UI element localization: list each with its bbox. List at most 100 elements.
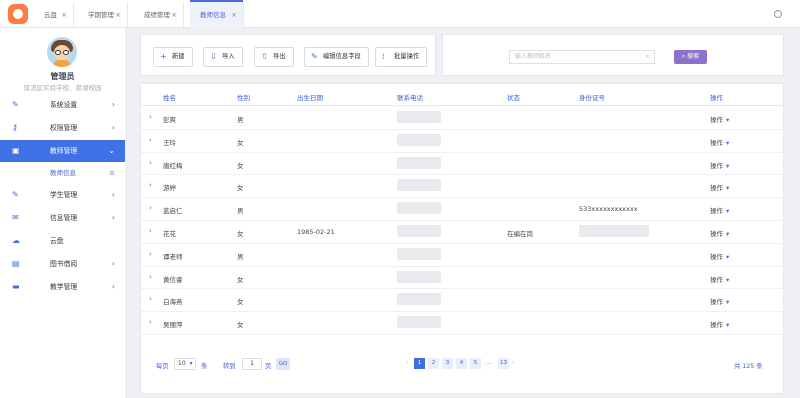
school-name: 双流区实验学校、棠湖校园 — [23, 84, 102, 92]
goto-page-input[interactable]: 1 — [242, 358, 262, 370]
sidebar-item-teacher-management[interactable]: ▣ 教师管理 ⌄ — [0, 140, 125, 162]
export-button[interactable]: ⇧ 导出 — [254, 47, 294, 67]
expand-icon[interactable]: › — [149, 113, 152, 121]
mail-icon: ✉ — [12, 213, 19, 222]
table-row[interactable]: › 吴丽萍 女 操作 ▾ — [141, 312, 785, 335]
sidebar: 管理员 双流区实验学校、棠湖校园 ✎ 系统设置 › ⚷ 权限管理 › ▣ 教师管… — [0, 28, 125, 398]
sidebar-item-system-settings[interactable]: ✎ 系统设置 › — [0, 94, 125, 116]
app-logo[interactable] — [8, 4, 28, 24]
tab-teacher-info[interactable]: 教师信息 × — [190, 0, 244, 28]
tab-cloud[interactable]: 云盘 × — [34, 2, 74, 28]
sidebar-item-teaching[interactable]: ▬ 教学管理 › — [0, 276, 125, 298]
caret-down-icon: ▾ — [189, 360, 193, 367]
table-row[interactable]: › 游婷 女 操作 ▾ — [141, 175, 785, 199]
expand-icon[interactable]: › — [149, 204, 152, 212]
operation-dropdown[interactable]: 操作 ▾ — [710, 251, 729, 261]
table-row[interactable]: › 黄信睿 女 操作 ▾ — [141, 267, 785, 290]
cell-name: 唐红梅 — [163, 161, 183, 170]
operation-label: 操作 — [710, 321, 723, 330]
goto-label: 转到 — [223, 363, 236, 370]
expand-icon[interactable]: › — [149, 318, 152, 326]
page-button[interactable]: 1 — [414, 358, 425, 369]
operation-dropdown[interactable]: 操作 ▾ — [710, 160, 729, 170]
table-row[interactable]: › 唐红梅 女 操作 ▾ — [141, 153, 785, 176]
sidebar-item-cloud[interactable]: ☁ 云盘 — [0, 230, 125, 252]
cell-gender: 男 — [237, 252, 244, 261]
column-header[interactable]: 出生日期 — [297, 92, 323, 102]
operation-label: 操作 — [710, 275, 723, 284]
new-button[interactable]: + 新建 — [153, 47, 193, 67]
cell-gender: 女 — [237, 184, 244, 193]
import-button[interactable]: ⇩ 导入 — [203, 47, 243, 67]
tab-grades[interactable]: 成绩管理 × — [134, 2, 184, 28]
total-count: 共 125 条 — [734, 363, 763, 370]
expand-icon[interactable]: › — [149, 181, 152, 189]
sidebar-item-permissions[interactable]: ⚷ 权限管理 › — [0, 117, 125, 139]
table-row[interactable]: › 王玲 女 操作 ▾ — [141, 130, 785, 153]
button-label: 搜索 — [687, 53, 700, 60]
operation-dropdown[interactable]: 操作 ▾ — [710, 114, 729, 124]
edit-fields-button[interactable]: ✎ 编辑信息字段 — [304, 47, 369, 67]
table-row[interactable]: › 花花 女 1985-02-21 在编在岗 操作 ▾ — [141, 221, 785, 244]
page-button[interactable]: 2 — [428, 358, 439, 369]
cloud-icon: ☁ — [12, 236, 20, 245]
column-header[interactable]: 操作 — [710, 92, 723, 102]
search-placeholder: 输入教师姓名 — [515, 53, 552, 60]
go-button[interactable]: GO — [276, 358, 290, 370]
column-header[interactable]: 联系电话 — [397, 92, 423, 102]
operation-dropdown[interactable]: 操作 ▾ — [710, 296, 729, 306]
avatar[interactable] — [47, 37, 77, 67]
tab-semester[interactable]: 学期管理 × — [78, 2, 128, 28]
operation-label: 操作 — [710, 207, 723, 216]
book-icon: ▤ — [12, 259, 20, 268]
next-page-icon[interactable]: › — [512, 359, 515, 366]
table-row[interactable]: › 蓝启仁 男 533xxxxxxxxxxxx 操作 ▾ — [141, 198, 785, 221]
search-button[interactable]: ⌕ 搜索 — [674, 50, 707, 64]
column-header[interactable]: 姓名 — [163, 92, 176, 102]
settings-icon[interactable] — [774, 10, 782, 18]
per-page-value: 10 — [178, 360, 186, 367]
page-button[interactable]: 13 — [498, 358, 509, 369]
operation-dropdown[interactable]: 操作 ▾ — [710, 319, 729, 329]
cell-gender: 女 — [237, 161, 244, 170]
button-label: 导出 — [273, 53, 286, 60]
phone-redacted — [397, 133, 441, 146]
close-icon[interactable]: × — [115, 2, 121, 28]
sidebar-item-library[interactable]: ▤ 图书借阅 › — [0, 253, 125, 275]
id-redacted — [579, 225, 649, 237]
table-row[interactable]: › 彭爽 男 操作 ▾ — [141, 107, 785, 130]
sidebar-item-info-management[interactable]: ✉ 信息管理 › — [0, 207, 125, 229]
expand-icon[interactable]: › — [149, 250, 152, 258]
expand-icon[interactable]: › — [149, 227, 152, 235]
page-button[interactable]: 5 — [470, 358, 481, 369]
column-header[interactable]: 身份证号 — [579, 92, 605, 102]
search-input[interactable]: 输入教师姓名 × — [509, 50, 655, 64]
column-header[interactable]: 状态 — [507, 92, 520, 102]
expand-icon[interactable]: › — [149, 136, 152, 144]
operation-dropdown[interactable]: 操作 ▾ — [710, 274, 729, 284]
sidebar-subitem-teacher-info[interactable]: 教师信息 — [0, 163, 125, 183]
cell-birth: 1985-02-21 — [297, 228, 335, 236]
page-button[interactable]: 4 — [456, 358, 467, 369]
batch-operation-button[interactable]: ⁞ 批量操作 — [375, 47, 428, 67]
cell-name: 谭老师 — [163, 252, 183, 261]
operation-dropdown[interactable]: 操作 ▾ — [710, 137, 729, 147]
table-row[interactable]: › 谭老师 男 操作 ▾ — [141, 244, 785, 267]
table-row[interactable]: › 白海燕 女 操作 ▾ — [141, 289, 785, 313]
clear-icon[interactable]: × — [645, 51, 650, 63]
operation-dropdown[interactable]: 操作 ▾ — [710, 182, 729, 192]
sidebar-item-student-management[interactable]: ✎ 学生管理 › — [0, 184, 125, 206]
operation-dropdown[interactable]: 操作 ▾ — [710, 228, 729, 238]
page-button[interactable]: 3 — [442, 358, 453, 369]
operation-dropdown[interactable]: 操作 ▾ — [710, 205, 729, 215]
prev-page-icon[interactable]: ‹ — [406, 359, 409, 366]
close-icon[interactable]: × — [61, 2, 67, 28]
expand-icon[interactable]: › — [149, 159, 152, 167]
expand-icon[interactable]: › — [149, 273, 152, 281]
cell-gender: 女 — [237, 138, 244, 147]
expand-icon[interactable]: › — [149, 295, 152, 303]
per-page-select[interactable]: 10 ▾ — [174, 358, 196, 370]
column-header[interactable]: 性别 — [237, 92, 250, 102]
close-icon[interactable]: × — [171, 2, 177, 28]
close-icon[interactable]: × — [231, 2, 237, 28]
